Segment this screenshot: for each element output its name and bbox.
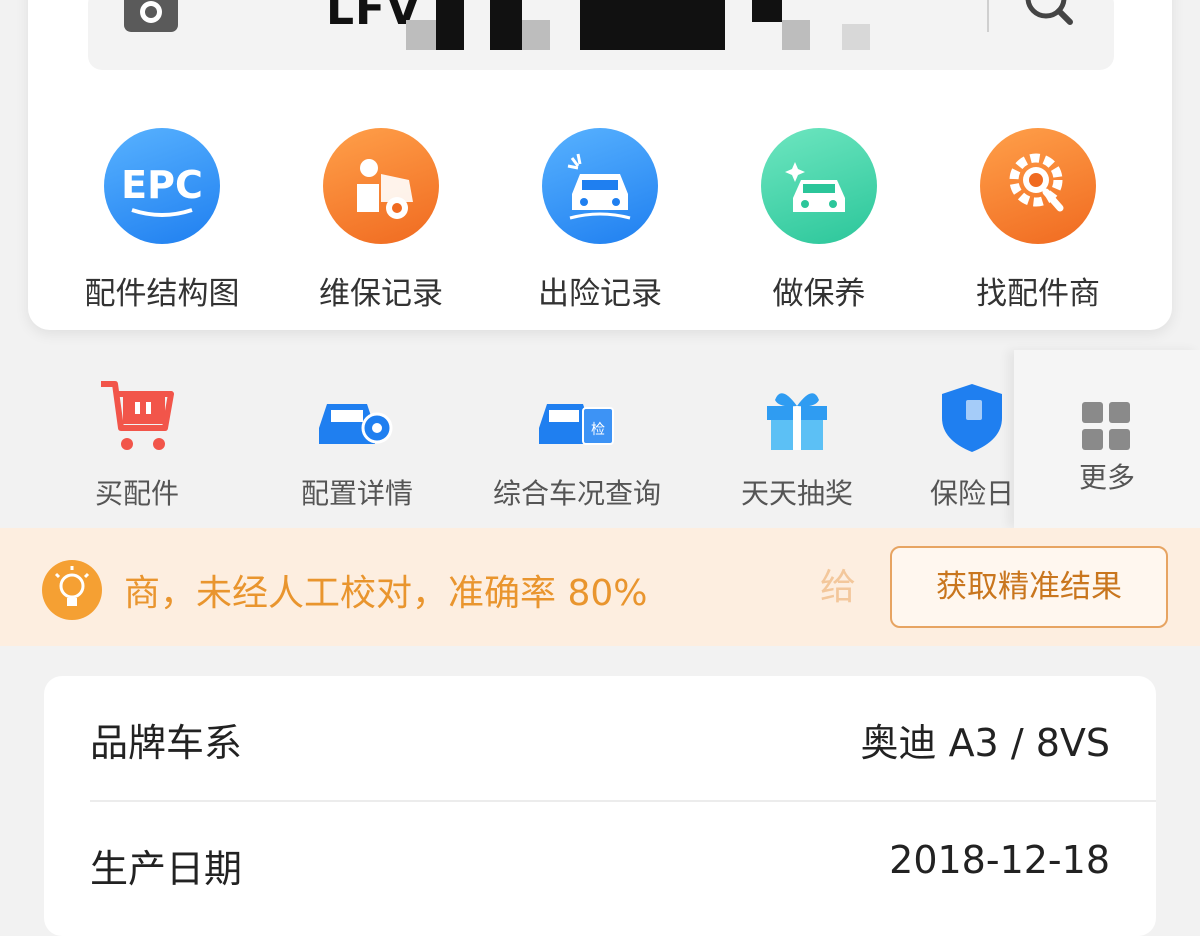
insurance-shield-icon — [942, 384, 1002, 452]
tool-label: 买配件 — [94, 477, 179, 510]
tool-config-details[interactable]: 配置详情 — [247, 378, 467, 512]
gift-box-icon — [767, 393, 827, 450]
svg-text:检: 检 — [591, 422, 605, 438]
more-button[interactable]: 更多 — [1014, 350, 1200, 528]
notice-trailing-text: 给 — [820, 567, 857, 608]
tool-label: 配置详情 — [300, 477, 413, 510]
more-label: 更多 — [1078, 461, 1135, 494]
info-row-brand: 品牌车系 奥迪 A3 / 8VS — [90, 676, 1110, 800]
lightbulb-icon — [42, 560, 102, 620]
feature-label: 出险记录 — [538, 276, 662, 312]
car-config-icon — [319, 404, 393, 444]
grid-icon — [1082, 402, 1130, 450]
feature-do-maintenance[interactable]: 做保养 — [719, 128, 919, 313]
info-row-production-date: 生产日期 2018-12-18 — [90, 802, 1110, 926]
tool-buy-parts[interactable]: 买配件 — [27, 378, 247, 512]
car-maintenance-icon — [761, 128, 877, 244]
info-value: 奥迪 A3 / 8VS — [860, 721, 1110, 765]
vehicle-info-card: 品牌车系 奥迪 A3 / 8VS 生产日期 2018-12-18 — [44, 676, 1156, 936]
gear-search-icon — [980, 128, 1096, 244]
feature-label: 找配件商 — [976, 276, 1100, 312]
info-key: 品牌车系 — [90, 721, 243, 765]
feature-label: 维保记录 — [319, 276, 443, 312]
get-accurate-result-button[interactable]: 获取精准结果 — [890, 546, 1168, 628]
feature-find-suppliers[interactable]: 找配件商 — [938, 128, 1138, 313]
epc-icon: EPC — [104, 128, 220, 244]
feature-label: 配件结构图 — [84, 276, 240, 312]
feature-maintenance-records[interactable]: 维保记录 — [281, 128, 481, 313]
tool-label: 综合车况查询 — [492, 477, 661, 510]
search-divider — [987, 0, 989, 32]
feature-accident-records[interactable]: 出险记录 — [500, 128, 700, 313]
search-icon[interactable] — [1018, 0, 1078, 36]
car-inspect-icon: 检 — [539, 404, 614, 445]
accuracy-notice-bar: 商，未经人工校对，准确率 80% 给 获取精准结果 — [0, 528, 1200, 646]
info-value: 2018-12-18 — [889, 838, 1110, 882]
feature-row: EPC 配件结构图 维保记录 出险记录 做保养 找配件商 — [0, 128, 1200, 312]
mechanic-repair-icon — [323, 128, 439, 244]
info-key: 生产日期 — [90, 847, 243, 891]
feature-label: 做保养 — [772, 276, 866, 312]
shopping-cart-icon — [101, 381, 174, 450]
camera-icon[interactable] — [122, 0, 180, 34]
feature-epc[interactable]: EPC 配件结构图 — [62, 128, 262, 313]
svg-text:EPC: EPC — [121, 163, 203, 207]
tool-vehicle-condition[interactable]: 检 综合车况查询 — [467, 378, 687, 512]
car-accident-icon — [542, 128, 658, 244]
notice-text: 商，未经人工校对，准确率 80% — [124, 573, 648, 614]
